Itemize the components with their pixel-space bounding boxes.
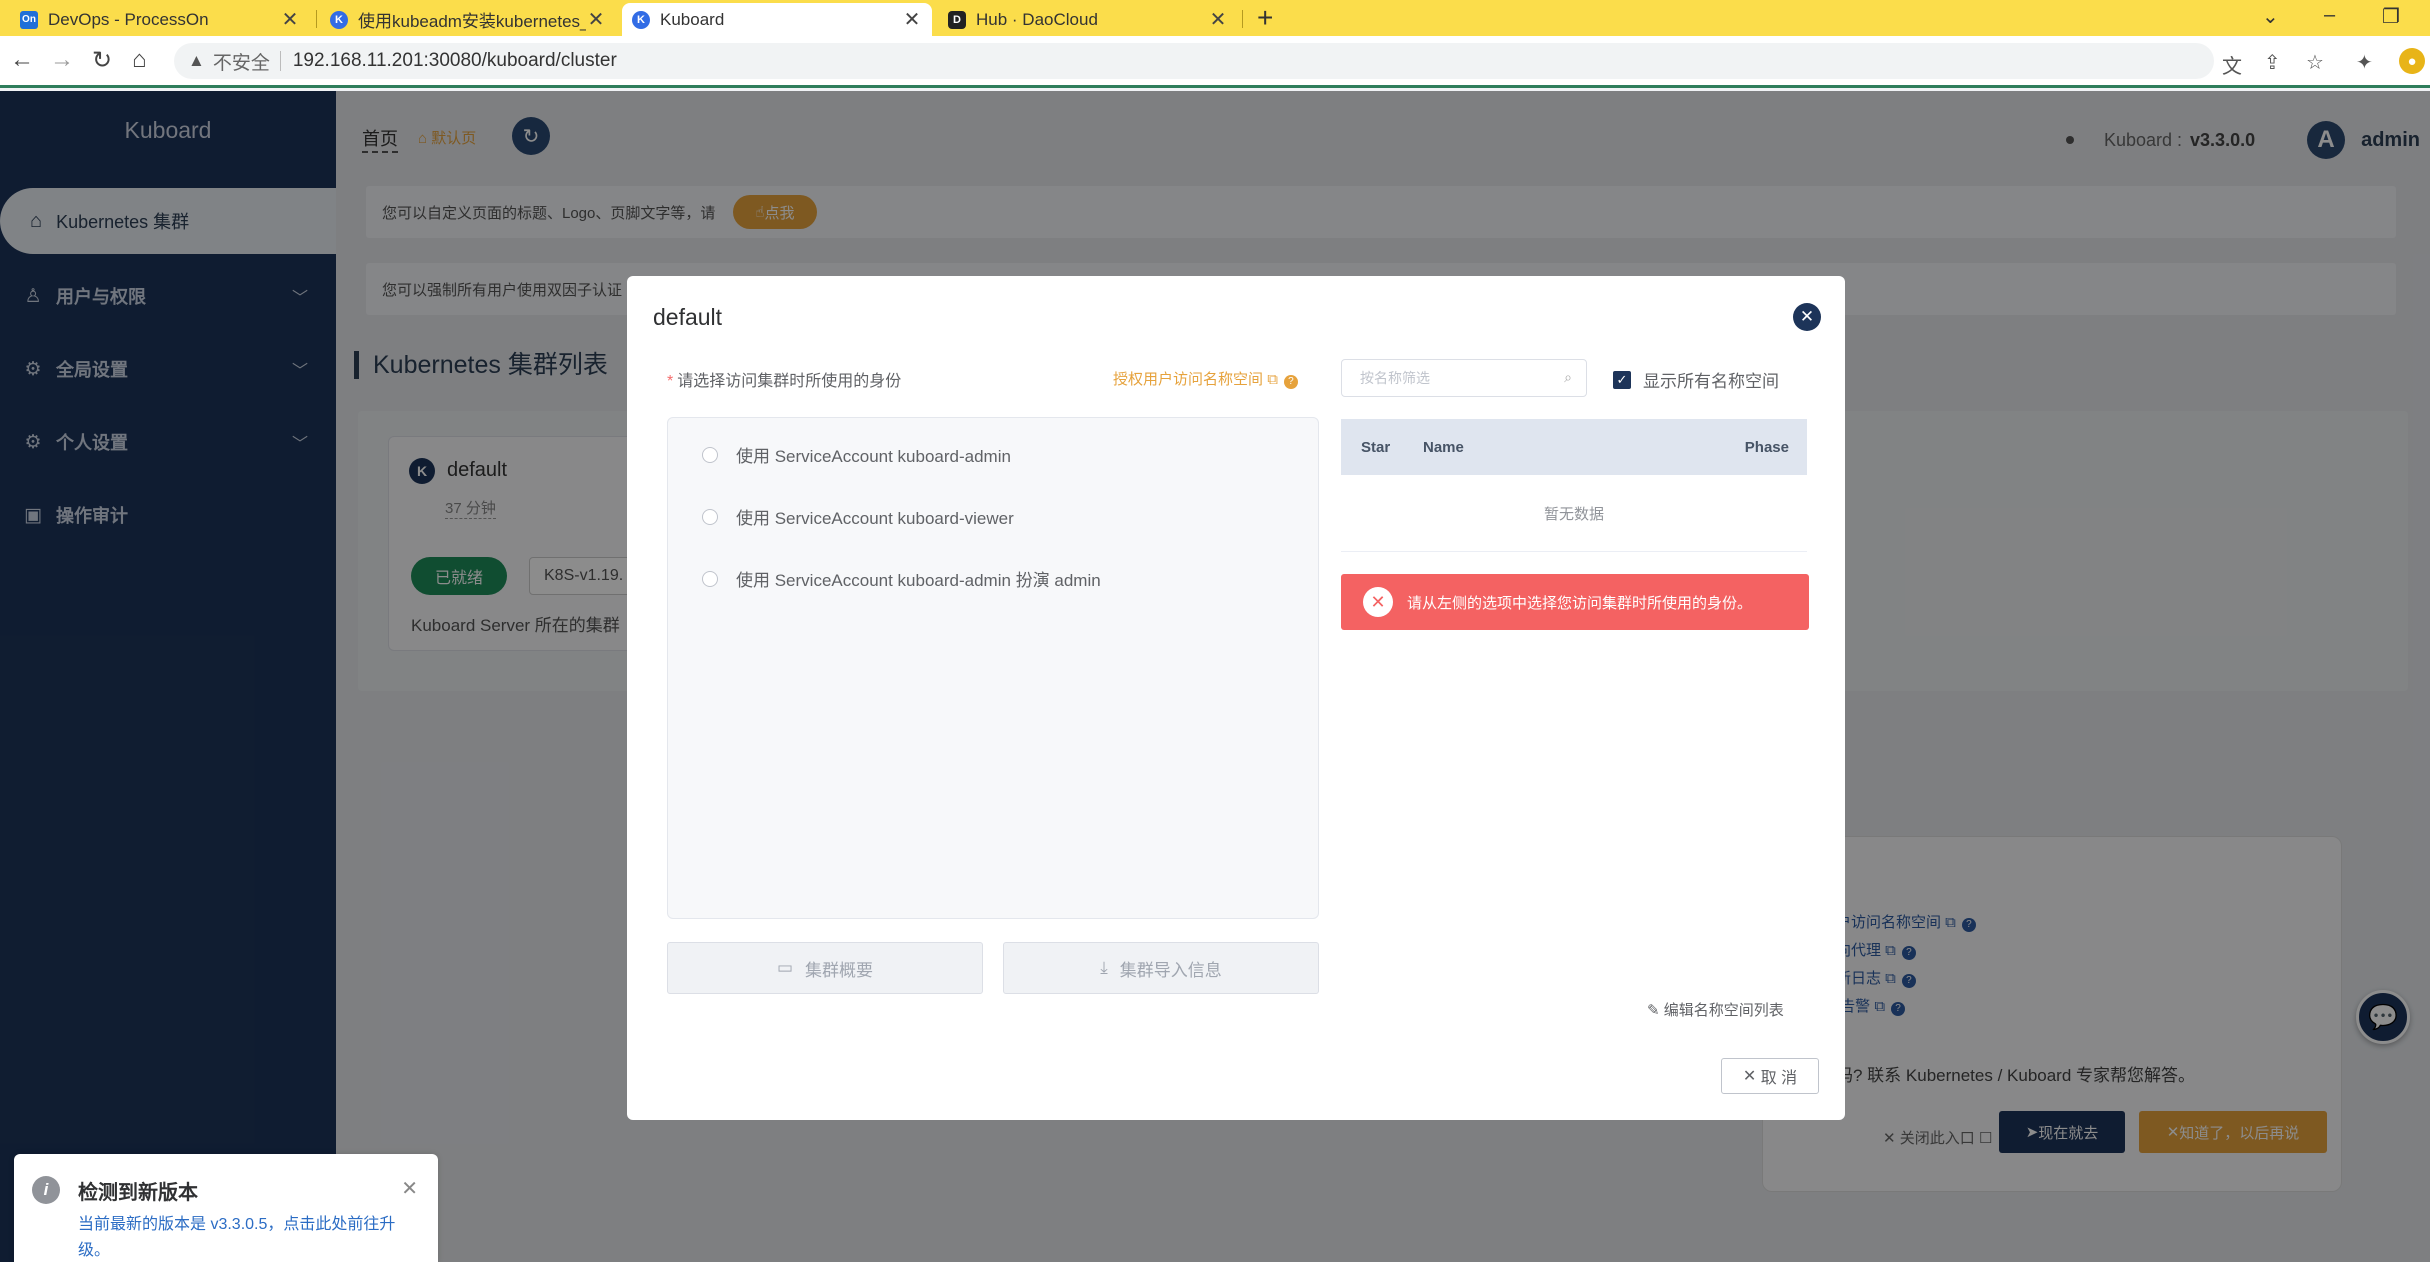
restore-icon[interactable]: ❐: [2382, 4, 2400, 29]
identity-option-label: 使用 ServiceAccount kuboard-admin: [736, 447, 1011, 466]
close-icon[interactable]: ✕: [1793, 303, 1821, 331]
identity-option-impersonate[interactable]: 使用 ServiceAccount kuboard-admin 扮演 admin: [702, 566, 1101, 591]
extensions-icon[interactable]: ✦: [2356, 50, 2373, 75]
radio-button[interactable]: [702, 570, 718, 587]
tab-close-icon[interactable]: ✕: [1208, 7, 1228, 32]
new-tab-button[interactable]: +: [1257, 2, 1273, 34]
browser-tab-processon[interactable]: On DevOps - ProcessOn ✕: [10, 3, 310, 36]
update-notification[interactable]: i 检测到新版本 当前最新的版本是 v3.3.0.5，点击此处前往升级。 ✕: [14, 1154, 438, 1262]
search-icon: ⌕: [1564, 369, 1572, 385]
tab-title: Kuboard: [660, 9, 725, 29]
empty-table-text: 暂无数据: [1341, 475, 1807, 552]
cancel-button[interactable]: ✕ 取 消: [1721, 1058, 1819, 1094]
kubernetes-favicon-icon: K: [330, 10, 348, 29]
back-icon[interactable]: ←: [10, 46, 34, 74]
browser-tab-kuboard[interactable]: K Kuboard ✕: [622, 3, 932, 36]
browser-tab-daocloud[interactable]: D Hub · DaoCloud ✕: [938, 3, 1238, 36]
grant-link-label: 授权用户访问名称空间: [1113, 371, 1264, 388]
url-text: 192.168.11.201:30080/kuboard/cluster: [292, 50, 617, 71]
minimize-icon[interactable]: –: [2324, 4, 2335, 27]
processon-favicon-icon: On: [20, 10, 38, 29]
address-bar[interactable]: ▲ 不安全 192.168.11.201:30080/kuboard/clust…: [174, 43, 2214, 79]
cluster-access-dialog: default ✕ * 请选择访问集群时所使用的身份 授权用户访问名称空间 ⧉? …: [627, 276, 1845, 1120]
profile-avatar-icon[interactable]: ●: [2399, 48, 2425, 74]
identity-field-label: * 请选择访问集群时所使用的身份: [667, 367, 901, 391]
tab-search-chevron-icon[interactable]: ⌄: [2262, 4, 2279, 29]
browser-tab-kubeadm[interactable]: K 使用kubeadm安装kubernetes_ ✕: [320, 3, 616, 36]
tab-close-icon[interactable]: ✕: [280, 7, 300, 32]
error-alert: ✕ 请从左侧的选项中选择您访问集群时所使用的身份。: [1341, 574, 1809, 630]
namespace-filter-input[interactable]: 按名称筛选 ⌕: [1341, 359, 1587, 397]
reload-icon[interactable]: ↻: [92, 46, 112, 75]
column-star[interactable]: Star: [1361, 439, 1390, 456]
cluster-overview-button[interactable]: ▭ 集群概要: [667, 942, 983, 994]
tab-title: DevOps - ProcessOn: [48, 9, 209, 29]
external-link-icon: ⧉: [1267, 371, 1278, 388]
identity-option-admin[interactable]: 使用 ServiceAccount kuboard-admin: [702, 442, 1011, 467]
required-marker: *: [667, 373, 674, 390]
error-icon: ✕: [1363, 587, 1393, 617]
home-icon[interactable]: ⌂: [132, 46, 147, 74]
show-all-label: 显示所有名称空间: [1643, 372, 1779, 391]
close-icon: ✕: [1742, 1068, 1761, 1085]
forward-icon[interactable]: →: [50, 46, 74, 74]
translate-icon[interactable]: 文: [2222, 50, 2242, 79]
namespace-filter-placeholder: 按名称筛选: [1360, 370, 1430, 386]
cluster-import-label: 集群导入信息: [1119, 960, 1222, 980]
update-message[interactable]: 当前最新的版本是 v3.3.0.5，点击此处前往升级。: [78, 1212, 408, 1262]
radio-button[interactable]: [702, 446, 718, 463]
monitor-icon: ▭: [776, 958, 794, 977]
identity-option-label: 使用 ServiceAccount kuboard-viewer: [736, 509, 1014, 528]
close-icon[interactable]: ✕: [401, 1176, 418, 1201]
identity-field-text: 请选择访问集群时所使用的身份: [677, 373, 902, 390]
cluster-overview-label: 集群概要: [805, 960, 874, 980]
insecure-label: 不安全: [212, 52, 270, 74]
bookmark-star-icon[interactable]: ☆: [2306, 50, 2324, 75]
info-icon: i: [32, 1176, 60, 1204]
tab-close-icon[interactable]: ✕: [586, 7, 606, 32]
tab-title: Hub · DaoCloud: [976, 9, 1098, 29]
error-message: 请从左侧的选项中选择您访问集群时所使用的身份。: [1407, 594, 1753, 612]
question-icon: ?: [1283, 375, 1298, 389]
browser-toolbar: ← → ↻ ⌂ ▲ 不安全 192.168.11.201:30080/kuboa…: [0, 36, 2430, 88]
cancel-label: 取 消: [1760, 1070, 1798, 1087]
identity-option-label: 使用 ServiceAccount kuboard-admin 扮演 admin: [736, 571, 1101, 590]
column-name[interactable]: Name: [1423, 439, 1464, 456]
edit-icon: ✎: [1647, 1002, 1664, 1019]
tab-divider: [1242, 10, 1243, 28]
tab-divider: [316, 10, 317, 28]
identity-option-viewer[interactable]: 使用 ServiceAccount kuboard-viewer: [702, 504, 1014, 529]
dialog-title: default: [653, 304, 723, 330]
update-title: 检测到新版本: [78, 1182, 198, 1204]
edit-namespace-list-link[interactable]: ✎ 编辑名称空间列表: [1647, 999, 1784, 1020]
identity-options: 使用 ServiceAccount kuboard-admin 使用 Servi…: [667, 417, 1319, 919]
warning-icon[interactable]: ▲: [188, 51, 205, 71]
cluster-import-button[interactable]: ⤓ 集群导入信息: [1003, 942, 1319, 994]
show-all-namespaces-checkbox[interactable]: ✓ 显示所有名称空间: [1613, 367, 1779, 392]
checkbox-checked-icon[interactable]: ✓: [1613, 370, 1631, 389]
share-icon[interactable]: ⇪: [2264, 50, 2281, 75]
edit-namespace-label: 编辑名称空间列表: [1663, 1002, 1784, 1019]
download-icon: ⤓: [1100, 958, 1108, 977]
column-phase[interactable]: Phase: [1745, 439, 1789, 456]
tab-close-icon[interactable]: ✕: [902, 7, 922, 32]
kuboard-favicon-icon: K: [632, 10, 650, 29]
omnibox-divider: [279, 51, 281, 71]
grant-namespace-link[interactable]: 授权用户访问名称空间 ⧉?: [1113, 368, 1298, 389]
daocloud-favicon-icon: D: [948, 10, 966, 29]
browser-tab-strip: On DevOps - ProcessOn ✕ K 使用kubeadm安装kub…: [0, 0, 2430, 36]
radio-button[interactable]: [702, 508, 718, 525]
tab-title: 使用kubeadm安装kubernetes_: [358, 12, 586, 31]
namespace-table-header: Star Name Phase: [1341, 419, 1807, 475]
